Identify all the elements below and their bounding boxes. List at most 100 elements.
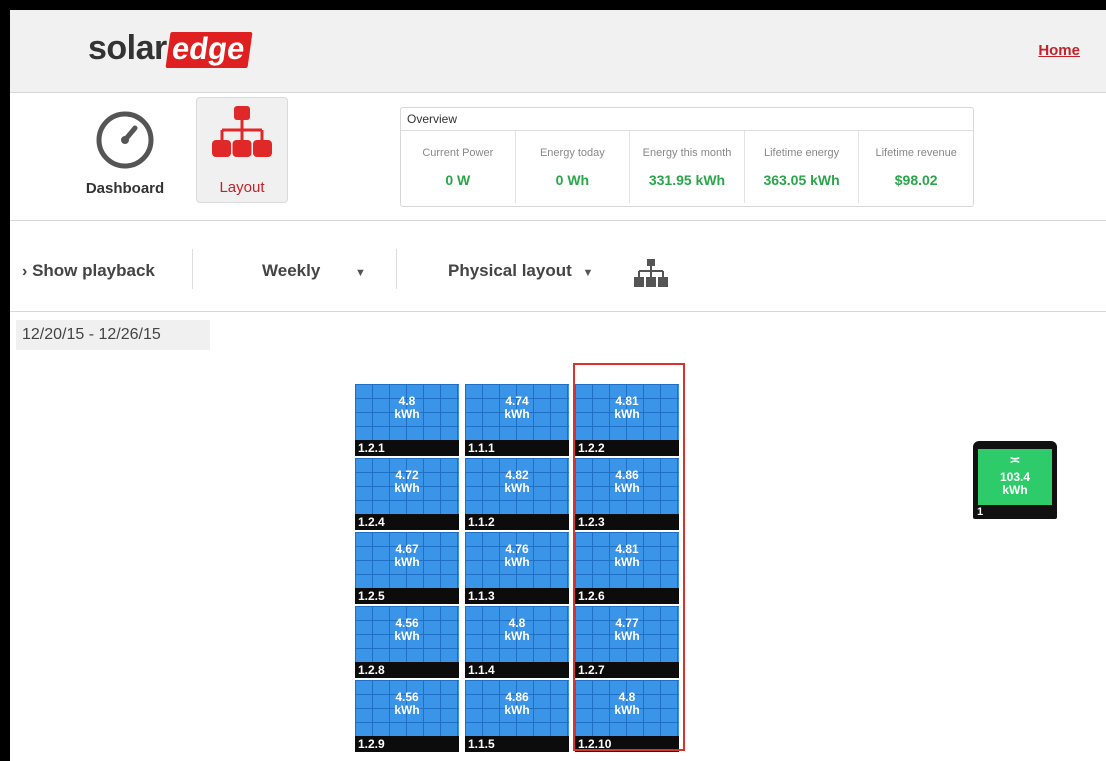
panel-energy: 4.76 kWh	[465, 543, 569, 569]
metric-energy-this-month: Energy this month 331.95 kWh	[630, 131, 745, 203]
inverter-value: 103.4	[999, 470, 1031, 484]
panel-unit: kWh	[394, 629, 420, 643]
solar-panel[interactable]: 4.76 kWh 1.1.3	[465, 532, 569, 604]
metric-energy-today: Energy today 0 Wh	[516, 131, 631, 203]
panel-value: 4.74	[505, 394, 529, 408]
nav-zone: Dashboard Layout Overview Current Power	[10, 93, 1106, 221]
panel-energy: 4.56 kWh	[355, 617, 459, 643]
divider	[396, 249, 397, 289]
overview-box: Overview Current Power 0 W Energy today …	[400, 107, 974, 207]
chevron-right-icon: ›	[22, 263, 28, 280]
caret-down-icon: ▼	[355, 267, 366, 279]
solar-panel[interactable]: 4.72 kWh 1.2.4	[355, 458, 459, 530]
nav-dashboard[interactable]: Dashboard	[79, 97, 171, 207]
panel-id: 1.1.2	[465, 514, 569, 530]
panel-id: 1.1.1	[465, 440, 569, 456]
date-range: 12/20/15 - 12/26/15	[16, 320, 210, 350]
metric-label: Energy this month	[642, 147, 732, 159]
inverter-unit: kWh	[1002, 483, 1028, 497]
period-select-label: Weekly	[262, 261, 321, 280]
solar-panel[interactable]: 4.67 kWh 1.2.5	[355, 532, 459, 604]
solar-panel[interactable]: 4.8 kWh 1.1.4	[465, 606, 569, 678]
inverter-energy: 103.4 kWh	[978, 471, 1052, 497]
panel-unit: kWh	[504, 407, 530, 421]
panel-unit: kWh	[504, 629, 530, 643]
panel-value: 4.56	[395, 690, 419, 704]
highlight-box	[573, 363, 685, 751]
metric-label: Energy today	[539, 147, 605, 159]
inverter[interactable]: ≍ 103.4 kWh 1	[973, 441, 1057, 519]
solar-panel[interactable]: 4.74 kWh 1.1.1	[465, 384, 569, 456]
logo-text-edge: edge	[165, 31, 253, 68]
panel-id: 1.1.3	[465, 588, 569, 604]
metric-label: Lifetime revenue	[875, 147, 957, 159]
panel-energy: 4.74 kWh	[465, 395, 569, 421]
panel-value: 4.82	[505, 468, 529, 482]
panel-energy: 4.72 kWh	[355, 469, 459, 495]
panel-unit: kWh	[394, 407, 420, 421]
metric-value: 0 W	[445, 172, 471, 188]
panel-unit: kWh	[504, 703, 530, 717]
ac-wave-icon: ≍	[1009, 452, 1021, 467]
metric-label: Lifetime energy	[763, 147, 840, 159]
panel-id: 1.1.5	[465, 736, 569, 752]
top-bar: solar edge Home	[10, 10, 1106, 93]
caret-down-icon: ▼	[582, 267, 594, 279]
layout-view-select[interactable]: Physical layout ▼	[448, 261, 593, 281]
solar-panel[interactable]: 4.56 kWh 1.2.8	[355, 606, 459, 678]
panel-energy: 4.86 kWh	[465, 691, 569, 717]
metric-lifetime-revenue: Lifetime revenue $98.02	[859, 131, 973, 203]
panel-id: 1.2.9	[355, 736, 459, 752]
show-playback-label: Show playback	[32, 261, 155, 280]
panel-energy: 4.8 kWh	[465, 617, 569, 643]
panel-id: 1.2.1	[355, 440, 459, 456]
logo-text-solar: solar	[88, 29, 167, 67]
solaredge-logo: solar edge	[88, 28, 253, 68]
metric-value: $98.02	[894, 172, 938, 188]
show-playback-toggle[interactable]: › Show playback	[22, 261, 155, 281]
layout-hierarchy-icon	[212, 106, 272, 157]
solar-panel[interactable]: 4.86 kWh 1.1.5	[465, 680, 569, 752]
panel-energy: 4.8 kWh	[355, 395, 459, 421]
overview-title: Overview	[401, 108, 973, 131]
panel-value: 4.56	[395, 616, 419, 630]
panel-value: 4.8	[508, 616, 526, 630]
panel-value: 4.86	[505, 690, 529, 704]
nav-dashboard-label: Dashboard	[85, 180, 165, 197]
layout-view-label: Physical layout	[448, 261, 572, 280]
metric-current-power: Current Power 0 W	[401, 131, 516, 203]
panel-energy: 4.82 kWh	[465, 469, 569, 495]
panel-energy: 4.67 kWh	[355, 543, 459, 569]
logical-layout-icon[interactable]	[634, 259, 668, 289]
controls-bar: › Show playback Weekly ▼ Physical layout…	[10, 221, 1106, 312]
period-select[interactable]: Weekly ▼	[262, 261, 366, 281]
metric-label: Current Power	[422, 147, 494, 159]
panel-value: 4.72	[395, 468, 419, 482]
solar-panel[interactable]: 4.56 kWh 1.2.9	[355, 680, 459, 752]
inverter-id: 1	[977, 506, 984, 518]
metric-value: 0 Wh	[555, 172, 590, 188]
panel-unit: kWh	[394, 703, 420, 717]
inverter-body: ≍ 103.4 kWh	[978, 449, 1052, 505]
metric-lifetime-energy: Lifetime energy 363.05 kWh	[745, 131, 860, 203]
gauge-icon	[96, 111, 154, 169]
panel-unit: kWh	[504, 481, 530, 495]
app-frame: solar edge Home Dashboard Layout Overvie…	[10, 10, 1106, 761]
metric-value: 331.95 kWh	[648, 172, 726, 188]
panel-unit: kWh	[394, 481, 420, 495]
panel-id: 1.2.8	[355, 662, 459, 678]
panel-energy: 4.56 kWh	[355, 691, 459, 717]
nav-layout[interactable]: Layout	[196, 97, 288, 203]
solar-panel[interactable]: 4.82 kWh 1.1.2	[465, 458, 569, 530]
nav-layout-label: Layout	[219, 179, 265, 196]
panel-id: 1.2.5	[355, 588, 459, 604]
panel-value: 4.76	[505, 542, 529, 556]
panel-value: 4.8	[398, 394, 416, 408]
panel-unit: kWh	[394, 555, 420, 569]
panel-id: 1.2.4	[355, 514, 459, 530]
panel-id: 1.1.4	[465, 662, 569, 678]
solar-panel[interactable]: 4.8 kWh 1.2.1	[355, 384, 459, 456]
home-link[interactable]: Home	[1038, 42, 1080, 59]
divider	[192, 249, 193, 289]
panel-unit: kWh	[504, 555, 530, 569]
